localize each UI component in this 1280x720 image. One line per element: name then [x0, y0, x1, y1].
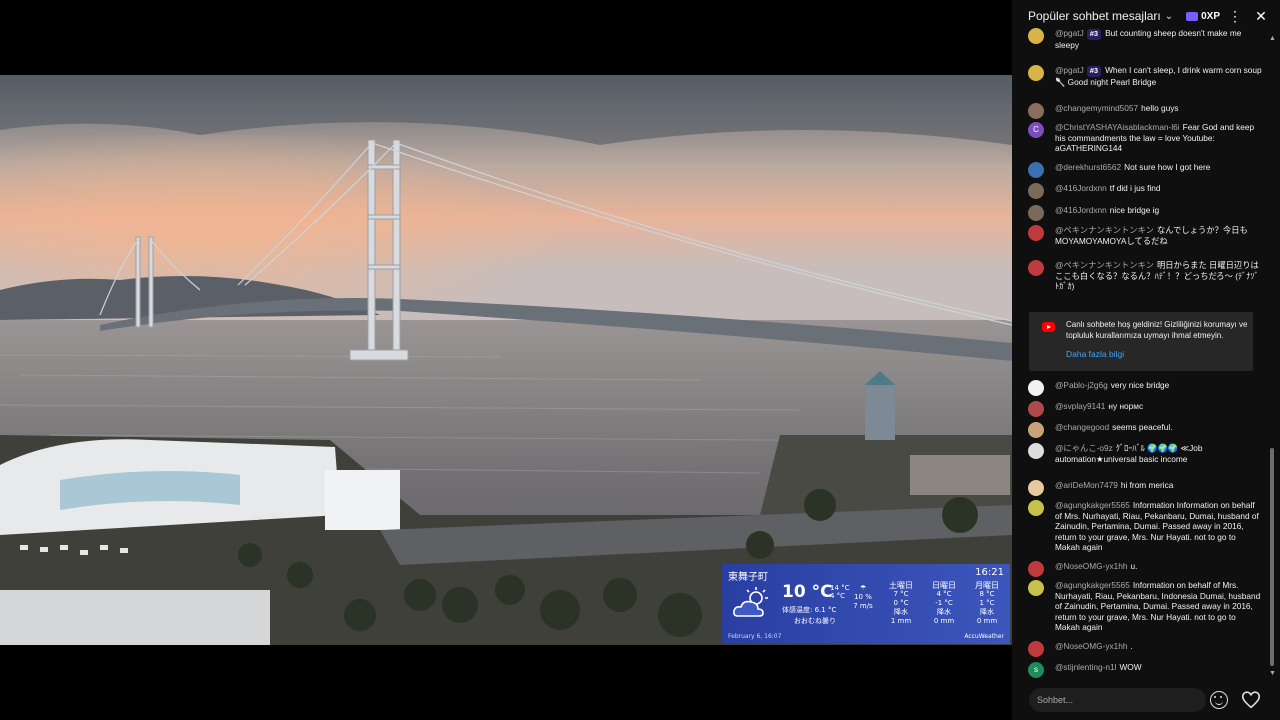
video-frame[interactable]: 東舞子町 16:21 10 °C 14 °C 4 °C 体感温度: 6.1 °C …	[0, 75, 1012, 645]
chat-message: @ペキンナンキントンキン なんでしょうか？今日もMOYAMOYAMOYAしてるだね	[1028, 225, 1262, 246]
avatar[interactable]	[1028, 65, 1044, 81]
avatar[interactable]	[1028, 580, 1044, 596]
chat-message: @416Jordxnn nice bridge ig	[1028, 205, 1262, 221]
weather-temp: 10 °C	[782, 582, 833, 602]
weather-overlay: 東舞子町 16:21 10 °C 14 °C 4 °C 体感温度: 6.1 °C …	[722, 564, 1010, 644]
weather-hilo: 14 °C 4 °C	[830, 584, 850, 600]
avatar[interactable]	[1028, 641, 1044, 657]
chat-message: @changegood seems peaceful.	[1028, 422, 1262, 438]
avatar[interactable]	[1028, 183, 1044, 199]
weather-location: 東舞子町	[728, 572, 768, 583]
chevron-down-icon: ⌄	[1164, 10, 1174, 22]
chat-welcome-notice: Canlı sohbete hoş geldiniz! Gizliliğiniz…	[1029, 312, 1253, 371]
chat-message: @changemymind5057 hello guys	[1028, 103, 1262, 119]
rain-icon: ☂	[859, 584, 867, 592]
avatar[interactable]: C	[1028, 122, 1044, 138]
youtube-icon	[1042, 322, 1055, 332]
avatar[interactable]	[1028, 380, 1044, 396]
chat-input[interactable]	[1037, 695, 1198, 705]
chat-message: @pgatJ #3 When I can't sleep, I drink warm…	[1028, 65, 1262, 87]
chat-message: @NoseOMG-yx1hh.	[1028, 641, 1262, 657]
avatar[interactable]	[1028, 500, 1044, 516]
forecast-day: 日曜日 4 °C -1 °C 降水 0 mm	[932, 581, 956, 625]
chat-message: @ariDeMon7479 hi from merica	[1028, 480, 1262, 496]
accuweather-logo: AccuWeather	[964, 633, 1004, 640]
avatar[interactable]	[1028, 28, 1044, 44]
bridge-scene-image	[0, 75, 1012, 645]
avatar[interactable]	[1028, 205, 1044, 221]
avatar[interactable]	[1028, 480, 1044, 496]
member-badge: #3	[1086, 66, 1102, 77]
chat-message: s @stijnlenting-n1l WOW	[1028, 662, 1262, 678]
avatar[interactable]	[1028, 422, 1044, 438]
weather-forecast: 土曜日 7 °C 0 °C 降水 1 mm 日曜日 4 °C -1 °C 降水 …	[882, 581, 1006, 626]
more-vert-icon: ⋮	[1228, 7, 1242, 24]
chat-input-container[interactable]	[1029, 688, 1206, 712]
learn-more-link[interactable]: Daha fazla bilgi	[1066, 349, 1124, 359]
forecast-day: 月曜日 8 °C 1 °C 降水 0 mm	[975, 581, 999, 625]
weather-condition: おおむね曇り	[794, 617, 836, 625]
weather-footer: February 6, 16:07	[728, 633, 782, 640]
emoji-picker-button[interactable]	[1210, 691, 1228, 709]
chat-message: @にゃんこ-o9z ｸﾞﾛｰﾊﾞﾙ 🌍🌍🌍 ≪Job automation★uni…	[1028, 443, 1262, 464]
heart-icon[interactable]	[1240, 689, 1262, 711]
crown-icon	[1186, 11, 1199, 21]
scroll-down-arrow-icon[interactable]: ▼	[1269, 670, 1276, 677]
chat-message: C @ChristYASHAYAisablackman-l6i Fear God …	[1028, 122, 1262, 154]
live-chat-panel: Popüler sohbet mesajları ⌄ 0XP ⋮ ✕ @pgat…	[1012, 0, 1280, 720]
forecast-day: 土曜日 7 °C 0 °C 降水 1 mm	[889, 581, 913, 625]
chat-title: Popüler sohbet mesajları	[1028, 9, 1161, 23]
avatar[interactable]	[1028, 443, 1044, 459]
partly-cloudy-icon	[733, 587, 768, 617]
avatar[interactable]	[1028, 260, 1044, 276]
avatar[interactable]	[1028, 225, 1044, 241]
chat-message: @pgatJ #3 But counting sheep doesn't make …	[1028, 28, 1262, 50]
avatar[interactable]	[1028, 401, 1044, 417]
chat-mode-dropdown[interactable]: Popüler sohbet mesajları ⌄	[1028, 9, 1173, 23]
chat-message: @NoseOMG-yx1hh u.	[1028, 561, 1262, 577]
chat-message-list[interactable]: @pgatJ #3 But counting sheep doesn't make …	[1012, 28, 1270, 680]
weather-time: 16:21	[975, 567, 1004, 578]
notice-text: Canlı sohbete hoş geldiniz! Gizliliğiniz…	[1066, 320, 1248, 340]
avatar[interactable]	[1028, 561, 1044, 577]
chat-message: @svplay9141 ну нормс	[1028, 401, 1262, 417]
chat-message: @agungkakger5565 Information on behalf of…	[1028, 580, 1262, 633]
chat-message: @agungkakger5565 Information Information …	[1028, 500, 1262, 553]
avatar[interactable]: s	[1028, 662, 1044, 678]
video-player[interactable]: 東舞子町 16:21 10 °C 14 °C 4 °C 体感温度: 6.1 °C …	[0, 0, 1012, 720]
chat-scrollbar[interactable]: ▲ ▼	[1268, 30, 1276, 680]
avatar[interactable]	[1028, 103, 1044, 119]
more-options-button[interactable]: ⋮	[1224, 5, 1246, 27]
close-icon: ✕	[1255, 7, 1267, 24]
close-chat-button[interactable]: ✕	[1250, 5, 1272, 27]
chat-message: @derekhurst6562 Not sure how I got here	[1028, 162, 1262, 178]
chat-message: @Pablo-j2g6g very nice bridge	[1028, 380, 1262, 396]
xp-badge[interactable]: 0XP	[1186, 11, 1220, 22]
avatar[interactable]	[1028, 162, 1044, 178]
scroll-up-arrow-icon[interactable]: ▲	[1269, 35, 1276, 42]
chat-message: @416Jordxnn tf did i jus find	[1028, 183, 1262, 199]
chat-message: @ペキンナンキントンキン 明日からまた 日曜日辺りはここも白くなる？なるん？ﾊﾃﾞ…	[1028, 260, 1262, 292]
weather-rain: ☂ 10 % 7 m/s	[853, 584, 873, 610]
weather-feels-like: 体感温度: 6.1 °C	[782, 606, 837, 614]
scrollbar-thumb[interactable]	[1270, 448, 1274, 666]
member-badge: #3	[1086, 29, 1102, 40]
